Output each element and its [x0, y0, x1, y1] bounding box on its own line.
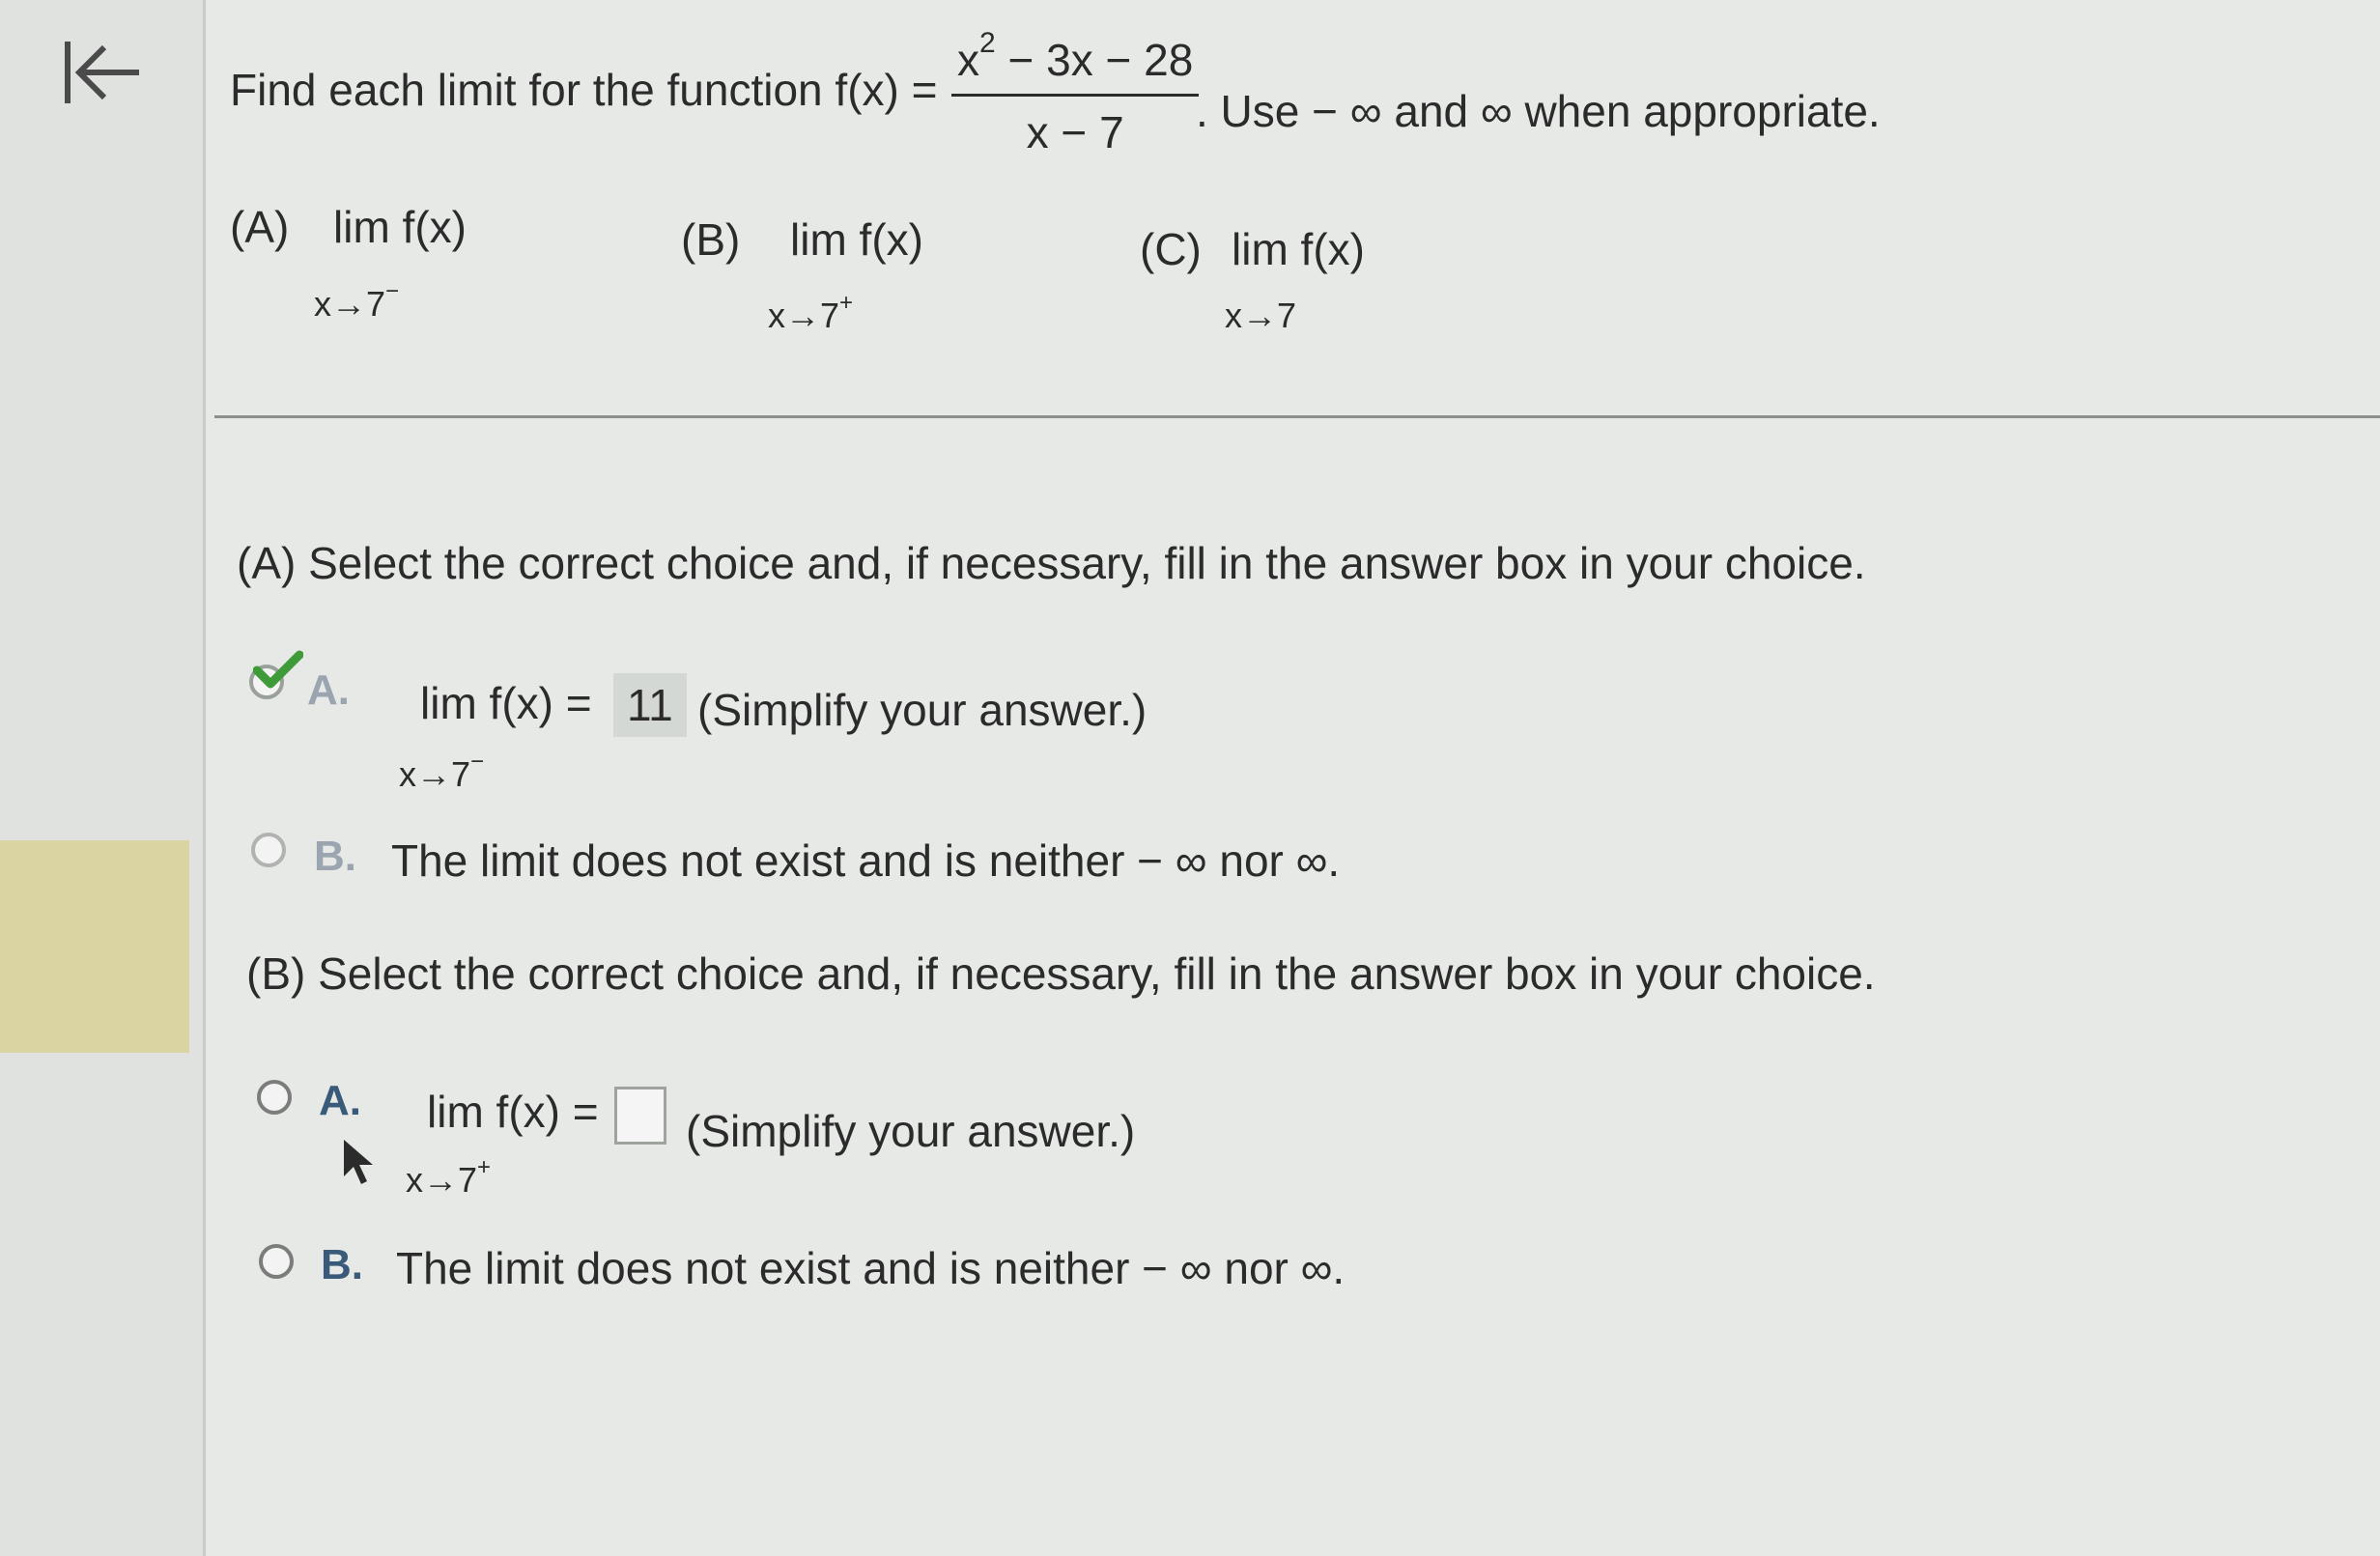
section-b-choice-a-letter: A. [319, 1077, 361, 1124]
numerator-rest: − 3x − 28 [995, 35, 1194, 85]
section-b-choice-b-letter: B. [321, 1241, 363, 1288]
part-c-subscript: x→7 [1225, 290, 1296, 336]
section-a-prompt: (A) Select the correct choice and, if ne… [237, 538, 1866, 588]
section-b-choice-a-subscript: x→7+ [406, 1154, 491, 1201]
section-b-prompt: (B) Select the correct choice and, if ne… [246, 948, 1876, 999]
divider [214, 415, 2380, 418]
fraction-numerator: x2 − 3x − 28 [951, 27, 1199, 94]
section-a-choice-b-text: The limit does not exist and is neither … [391, 835, 1341, 886]
checkmark-icon [253, 650, 303, 689]
part-b-lim: lim f(x) [790, 214, 923, 265]
mouse-pointer-icon [344, 1140, 373, 1184]
back-button[interactable] [53, 29, 150, 116]
section-b-choice-a-sup: + [477, 1154, 492, 1180]
section-a-choice-a-hint: (Simplify your answer.) [697, 685, 1148, 735]
part-b-sub-text: x→7 [768, 296, 840, 335]
part-b-sup: + [839, 290, 854, 316]
section-a-answer-box[interactable]: 11 [613, 673, 687, 737]
section-a-choice-a-sub-text: x→7 [399, 754, 471, 794]
part-a-sub-text: x→7 [314, 284, 386, 324]
part-c-sub-text: x→7 [1225, 296, 1297, 335]
section-b-answer-box[interactable] [614, 1087, 666, 1145]
section-b-choice-b-text: The limit does not exist and is neither … [396, 1243, 1346, 1293]
part-a-label: (A) [230, 202, 290, 252]
section-b-choice-a-lim: lim f(x) = [427, 1087, 599, 1137]
part-c-label: (C) [1140, 224, 1202, 274]
part-a-lim: lim f(x) [333, 202, 467, 252]
question-suffix: . Use − ∞ and ∞ when appropriate. [1196, 86, 1881, 136]
rail-highlight [0, 840, 189, 1053]
numerator-x: x [957, 35, 979, 85]
fraction-denominator: x − 7 [1026, 107, 1124, 157]
section-a-choice-b-radio[interactable] [251, 833, 286, 867]
part-a-subscript: x→7− [314, 278, 399, 325]
section-a-choice-b-letter: B. [314, 833, 356, 880]
section-b-choice-a-radio[interactable] [257, 1080, 292, 1115]
question-prefix: Find each limit for the function f(x) = [230, 65, 938, 115]
section-b-choice-a-sub-text: x→7 [406, 1160, 478, 1200]
left-rail [0, 0, 206, 1556]
part-b-subscript: x→7+ [768, 290, 853, 336]
section-a-choice-a-subscript: x→7− [399, 749, 484, 795]
part-a-sup: − [385, 278, 400, 304]
section-b-choice-a-hint: (Simplify your answer.) [686, 1106, 1136, 1156]
part-b-label: (B) [681, 214, 741, 265]
section-a-choice-a-lim: lim f(x) = [420, 678, 592, 728]
part-c-lim: lim f(x) [1232, 224, 1365, 274]
section-a-choice-a-sup: − [470, 749, 485, 775]
section-b-choice-b-radio[interactable] [259, 1244, 294, 1279]
back-to-start-icon [65, 42, 139, 103]
section-a-choice-a-letter: A. [307, 666, 350, 714]
function-fraction: x2 − 3x − 28 x − 7 [951, 27, 1200, 158]
numerator-exponent: 2 [979, 27, 996, 59]
